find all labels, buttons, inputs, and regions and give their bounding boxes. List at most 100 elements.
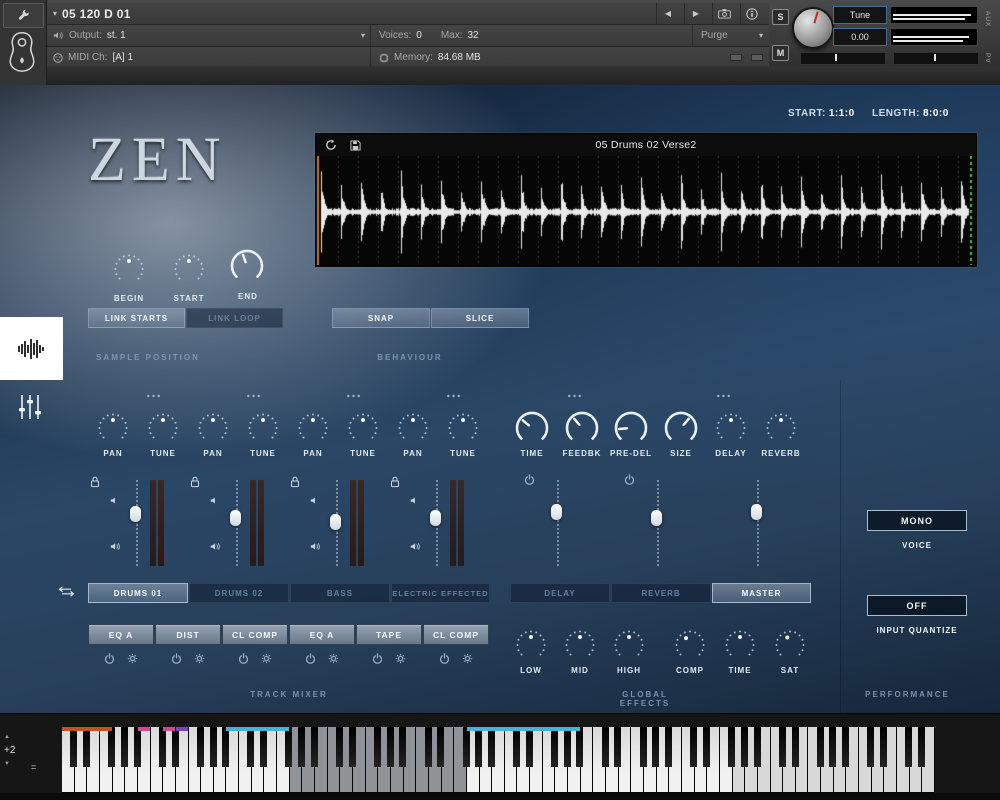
black-key[interactable] [526,727,533,767]
delay-amount-knob[interactable] [714,411,748,450]
sat-knob[interactable] [773,628,807,667]
link-loop-button[interactable]: LINK LOOP [186,308,283,328]
info-button[interactable] [740,3,763,24]
track-tab-drums-02[interactable]: DRUMS 02 [189,583,289,603]
previous-instrument-button[interactable]: ◀ [656,3,679,24]
black-key[interactable] [842,727,849,767]
black-key[interactable] [399,727,406,767]
black-key[interactable] [488,727,495,767]
lock-icon[interactable] [90,476,100,488]
aux-label[interactable]: AUX [984,11,991,27]
gear-icon[interactable] [127,653,138,664]
solo-button[interactable]: S [772,9,789,25]
black-key[interactable] [374,727,381,767]
wave-page-tab[interactable] [0,317,63,380]
next-instrument-button[interactable]: ▶ [684,3,707,24]
mixer-page-icon[interactable] [18,393,42,421]
pan-knob[interactable] [196,411,230,450]
power-icon[interactable] [104,653,115,664]
gear-icon[interactable] [261,653,272,664]
gear-icon[interactable] [395,653,406,664]
purge-menu[interactable]: Purge ▾ [692,25,763,46]
fx-slot-tape[interactable]: TAPE [356,624,422,645]
black-key[interactable] [792,727,799,767]
power-icon[interactable] [238,653,249,664]
fx-slot-cl-comp-1[interactable]: CL COMP [222,624,288,645]
black-key[interactable] [425,727,432,767]
black-key[interactable] [703,727,710,767]
pan-strip-right[interactable] [893,52,979,65]
power-icon[interactable] [372,653,383,664]
track-tab-electric-effected[interactable]: ELECTRIC EFFECTED [391,583,490,603]
keyboard-scroll-up[interactable]: ▲ [4,734,30,740]
master-tune-knob[interactable] [792,7,834,49]
black-key[interactable] [614,727,621,767]
black-key[interactable] [817,727,824,767]
output-dropdown-caret[interactable]: ▾ [361,31,365,40]
link-starts-button[interactable]: LINK STARTS [88,308,185,328]
slice-button[interactable]: SLICE [431,308,529,328]
low-knob[interactable] [514,628,548,667]
fx-tab-master[interactable]: MASTER [712,583,811,603]
more-dots-icon[interactable] [346,394,361,398]
pan-strip-left[interactable] [800,52,886,65]
black-key[interactable] [551,727,558,767]
black-key[interactable] [652,727,659,767]
more-dots-icon[interactable] [146,394,161,398]
black-key[interactable] [867,727,874,767]
more-dots-icon[interactable] [567,394,582,398]
black-key[interactable] [260,727,267,767]
black-key[interactable] [829,727,836,767]
mid-knob[interactable] [563,628,597,667]
black-key[interactable] [222,727,229,767]
gear-icon[interactable] [462,653,473,664]
black-key[interactable] [475,727,482,767]
black-key[interactable] [83,727,90,767]
black-key[interactable] [880,727,887,767]
volume-slider[interactable] [330,514,341,530]
input-quantize-off-button[interactable]: OFF [867,595,967,616]
power-icon[interactable] [171,653,182,664]
more-dots-icon[interactable] [246,394,261,398]
black-key[interactable] [210,727,217,767]
fx-slot-dist[interactable]: DIST [155,624,221,645]
black-key[interactable] [159,727,166,767]
swap-tracks-icon[interactable] [58,586,75,597]
black-key[interactable] [387,727,394,767]
high-knob[interactable] [612,628,646,667]
lock-icon[interactable] [290,476,300,488]
pan-knob[interactable] [96,411,130,450]
volume-slider[interactable] [130,506,141,522]
black-key[interactable] [121,727,128,767]
mono-button[interactable]: MONO [867,510,967,531]
lock-icon[interactable] [190,476,200,488]
tune-knob[interactable] [146,411,180,450]
black-key[interactable] [197,727,204,767]
black-key[interactable] [728,727,735,767]
start-knob[interactable] [172,252,206,291]
fx-tab-reverb[interactable]: REVERB [611,583,711,603]
output-select[interactable]: Output: st. 1 ▾ [53,25,365,46]
fx-slot-eq-a-1[interactable]: EQ A [88,624,154,645]
pan-knob[interactable] [396,411,430,450]
delay-slider[interactable] [551,504,562,520]
more-dots-icon[interactable] [716,394,731,398]
black-key[interactable] [172,727,179,767]
volume-slider[interactable] [430,510,441,526]
keyboard-scroll-down[interactable]: ▼ [4,761,30,767]
black-key[interactable] [298,727,305,767]
instrument-dropdown-caret[interactable]: ▾ [53,9,57,18]
reverb-size-knob[interactable] [661,408,701,453]
begin-knob[interactable] [112,252,146,291]
snapshot-view-button[interactable] [712,3,735,24]
tune-knob[interactable] [246,411,280,450]
pv-label[interactable]: PV [984,53,991,64]
tune-value-box[interactable]: 0.00 [833,28,887,46]
reverb-amount-knob[interactable] [764,411,798,450]
black-key[interactable] [602,727,609,767]
mute-button[interactable]: M [772,45,789,61]
snap-button[interactable]: SNAP [332,308,430,328]
black-key[interactable] [311,727,318,767]
tune-knob[interactable] [446,411,480,450]
black-key[interactable] [754,727,761,767]
